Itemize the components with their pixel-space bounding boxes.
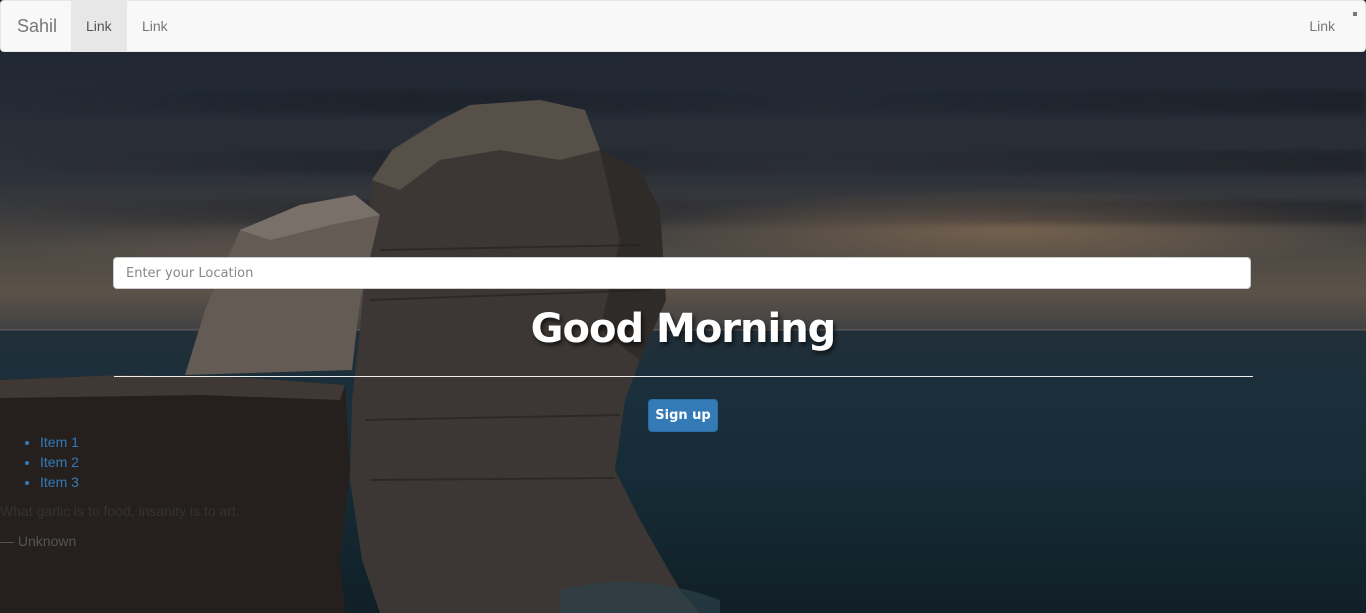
list-item-link[interactable]: Item 3 bbox=[40, 474, 79, 490]
list-item-link[interactable]: Item 1 bbox=[40, 434, 79, 450]
nav-link-1[interactable]: Link bbox=[71, 1, 127, 51]
navbar-brand[interactable]: Sahil bbox=[17, 16, 57, 37]
signup-button[interactable]: Sign up bbox=[648, 399, 718, 432]
top-navbar: Sahil Link Link Link bbox=[0, 0, 1366, 52]
greeting-heading: Good Morning bbox=[530, 306, 837, 352]
list-item: Item 2 bbox=[40, 452, 79, 472]
list-item: Item 1 bbox=[40, 432, 79, 452]
corner-marker bbox=[1353, 12, 1357, 16]
location-input[interactable] bbox=[113, 257, 1251, 289]
item-list: Item 1 Item 2 Item 3 bbox=[0, 432, 79, 492]
quote-author: — Unknown bbox=[0, 533, 77, 549]
quote-text: What garlic is to food, insanity is to a… bbox=[0, 503, 240, 519]
divider bbox=[114, 376, 1253, 377]
nav-link-2[interactable]: Link bbox=[127, 1, 183, 51]
list-item-link[interactable]: Item 2 bbox=[40, 454, 79, 470]
list-item: Item 3 bbox=[40, 472, 79, 492]
nav-link-right[interactable]: Link bbox=[1294, 1, 1350, 51]
